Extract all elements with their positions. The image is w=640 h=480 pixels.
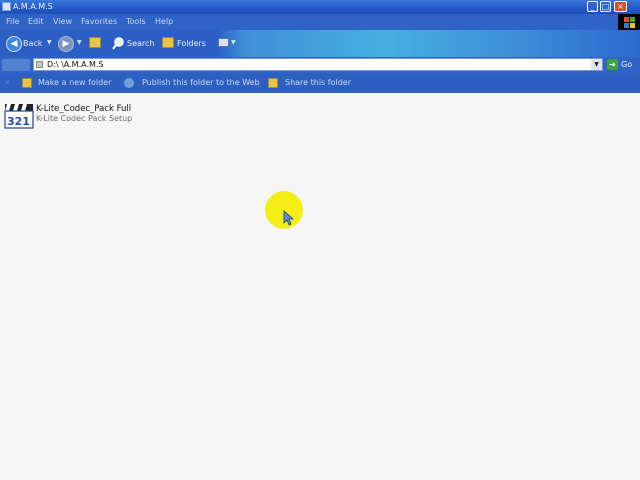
address-label [2,59,30,71]
publish-web-icon [124,78,134,88]
address-input[interactable]: D:\ \A.M.A.M.S ▼ [33,58,603,71]
folders-icon[interactable] [162,37,174,48]
file-item[interactable]: 321 K-Lite_Codec_Pack Full K-Lite Codec … [4,101,184,131]
explorer-window: A.M.A.M.S _ □ × File Edit View Favorites… [0,0,640,480]
menu-view[interactable]: View [53,16,72,28]
back-button[interactable]: Back [23,36,42,51]
file-description: K-Lite Codec Pack Setup [36,114,133,123]
svg-text:321: 321 [7,115,30,128]
address-path: D:\ \A.M.A.M.S [47,60,104,69]
menu-bar: File Edit View Favorites Tools Help [0,14,640,30]
window-title: A.M.A.M.S [13,2,53,11]
forward-icon[interactable]: ▶ [58,36,74,52]
go-arrow-icon: ➜ [607,59,618,70]
menu-favorites[interactable]: Favorites [81,16,117,28]
file-list-area[interactable]: 321 K-Lite_Codec_Pack Full K-Lite Codec … [0,93,640,480]
views-dropdown-icon[interactable]: ▼ [231,37,236,49]
folder-tasks-bar: ✕ Make a new folder Publish this folder … [0,73,640,93]
menu-edit[interactable]: Edit [28,16,44,28]
back-dropdown-icon[interactable]: ▼ [47,37,52,49]
go-button[interactable]: ➜ Go [607,58,640,72]
minimize-button[interactable]: _ [587,1,598,12]
address-dropdown-icon[interactable]: ▼ [591,59,602,70]
task-label: Publish this folder to the Web [142,78,260,87]
address-bar: D:\ \A.M.A.M.S ▼ ➜ Go [0,57,640,73]
new-folder-icon [22,78,32,88]
menu-help[interactable]: Help [155,16,173,28]
search-button[interactable]: Search [127,36,154,51]
close-button[interactable]: × [614,1,627,12]
forward-dropdown-icon[interactable]: ▼ [77,37,82,49]
go-label: Go [621,60,633,69]
share-folder-icon [268,78,278,88]
folders-button[interactable]: Folders [177,36,206,51]
search-icon[interactable] [112,37,125,50]
drive-icon [36,61,43,68]
menu-file[interactable]: File [6,16,19,28]
task-label: Share this folder [285,78,351,87]
up-folder-icon[interactable] [89,37,101,48]
maximize-button[interactable]: □ [600,1,611,12]
close-tasks-icon[interactable]: ✕ [4,77,11,89]
folder-app-icon [2,2,11,11]
task-label: Make a new folder [38,78,112,87]
file-name: K-Lite_Codec_Pack Full [36,104,132,114]
views-icon[interactable] [218,38,229,47]
title-bar[interactable]: A.M.A.M.S _ □ × [0,0,640,14]
klite-installer-icon: 321 [4,104,34,129]
standard-toolbar: ◀ Back ▼ ▶ ▼ Search Folders ▼ [0,30,640,57]
mouse-pointer-icon [283,210,295,226]
menu-tools[interactable]: Tools [126,16,146,28]
back-icon[interactable]: ◀ [6,36,22,52]
